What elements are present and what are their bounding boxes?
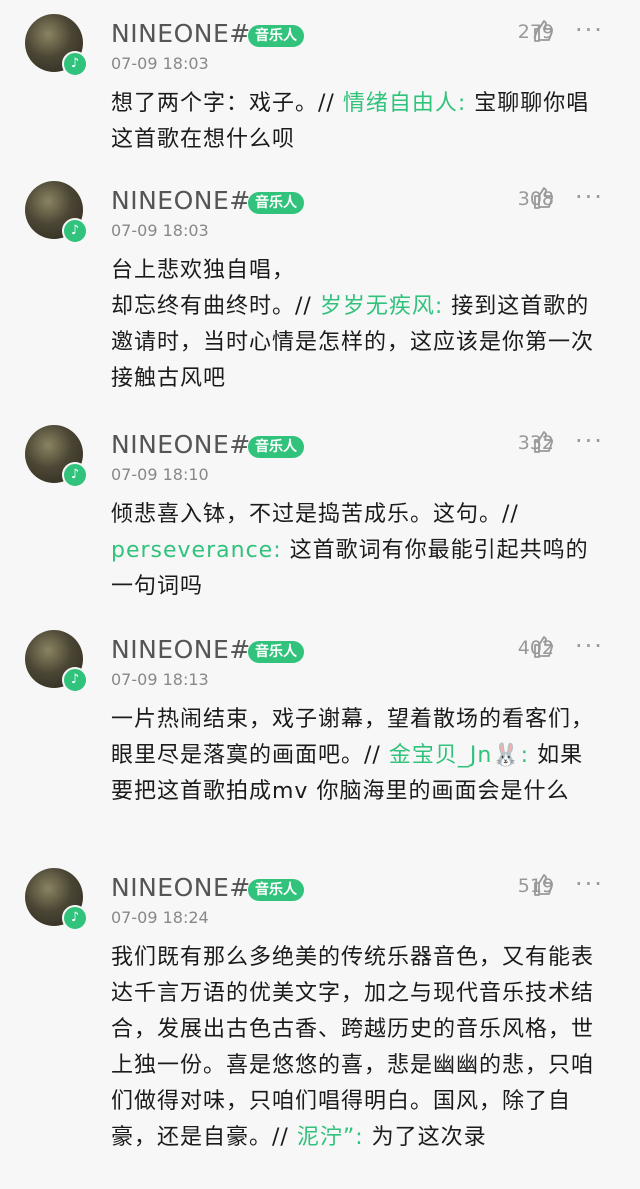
comment-text: 台上悲欢独自唱， 却忘终有曲终时。// 岁岁无疾风: 接到这首歌的邀请时，当时心… [111,258,595,391]
username[interactable]: NINEONE# [111,19,251,48]
timestamp: 07-09 18:10 [111,465,209,484]
more-icon[interactable]: ··· [575,632,604,660]
quoted-user[interactable]: 情绪自由人: [343,91,466,116]
comment-feed: ♪ NINEONE# 音乐人 07-09 18:03 279 ··· 想了两个字… [0,0,640,1189]
comment-text: 一片热闹结束，戏子谢幕，望着散场的看客们，眼里尽是落寞的画面吧。// 金宝贝_J… [111,707,595,804]
quoted-user[interactable]: 泥泞”: [297,1125,364,1150]
music-note-icon: ♪ [62,667,88,693]
thumb-up-icon[interactable] [532,873,554,897]
thumb-up-icon[interactable] [532,635,554,659]
quoted-user[interactable]: 岁岁无疾风: [320,294,443,319]
timestamp: 07-09 18:13 [111,670,209,689]
quoted-user[interactable]: perseverance: [111,538,282,563]
quoted-user[interactable]: 金宝贝_Jn🐰: [389,743,529,768]
comment-text: 想了两个字：戏子。// 情绪自由人: 宝聊聊你唱这首歌在想什么呗 [111,91,590,152]
more-icon[interactable]: ··· [575,870,604,898]
comment-text: 倾悲喜入钵，不过是捣苦成乐。这句。// perseverance: 这首歌词有你… [111,502,589,599]
more-icon[interactable]: ··· [575,183,604,211]
timestamp: 07-09 18:03 [111,221,209,240]
username[interactable]: NINEONE# [111,430,251,459]
musician-badge: 音乐人 [248,879,304,901]
music-note-icon: ♪ [62,905,88,931]
comment-text: 我们既有那么多绝美的传统乐器音色，又有能表达千言万语的优美文字，加之与现代音乐技… [111,945,595,1150]
music-note-icon: ♪ [62,462,88,488]
username[interactable]: NINEONE# [111,186,251,215]
music-note-icon: ♪ [62,51,88,77]
thumb-up-icon[interactable] [532,19,554,43]
thumb-up-icon[interactable] [532,186,554,210]
thumb-up-icon[interactable] [532,430,554,454]
username[interactable]: NINEONE# [111,635,251,664]
more-icon[interactable]: ··· [575,427,604,455]
timestamp: 07-09 18:24 [111,908,209,927]
musician-badge: 音乐人 [248,641,304,663]
musician-badge: 音乐人 [248,436,304,458]
timestamp: 07-09 18:03 [111,54,209,73]
more-icon[interactable]: ··· [575,16,604,44]
username[interactable]: NINEONE# [111,873,251,902]
musician-badge: 音乐人 [248,192,304,214]
music-note-icon: ♪ [62,218,88,244]
musician-badge: 音乐人 [248,25,304,47]
